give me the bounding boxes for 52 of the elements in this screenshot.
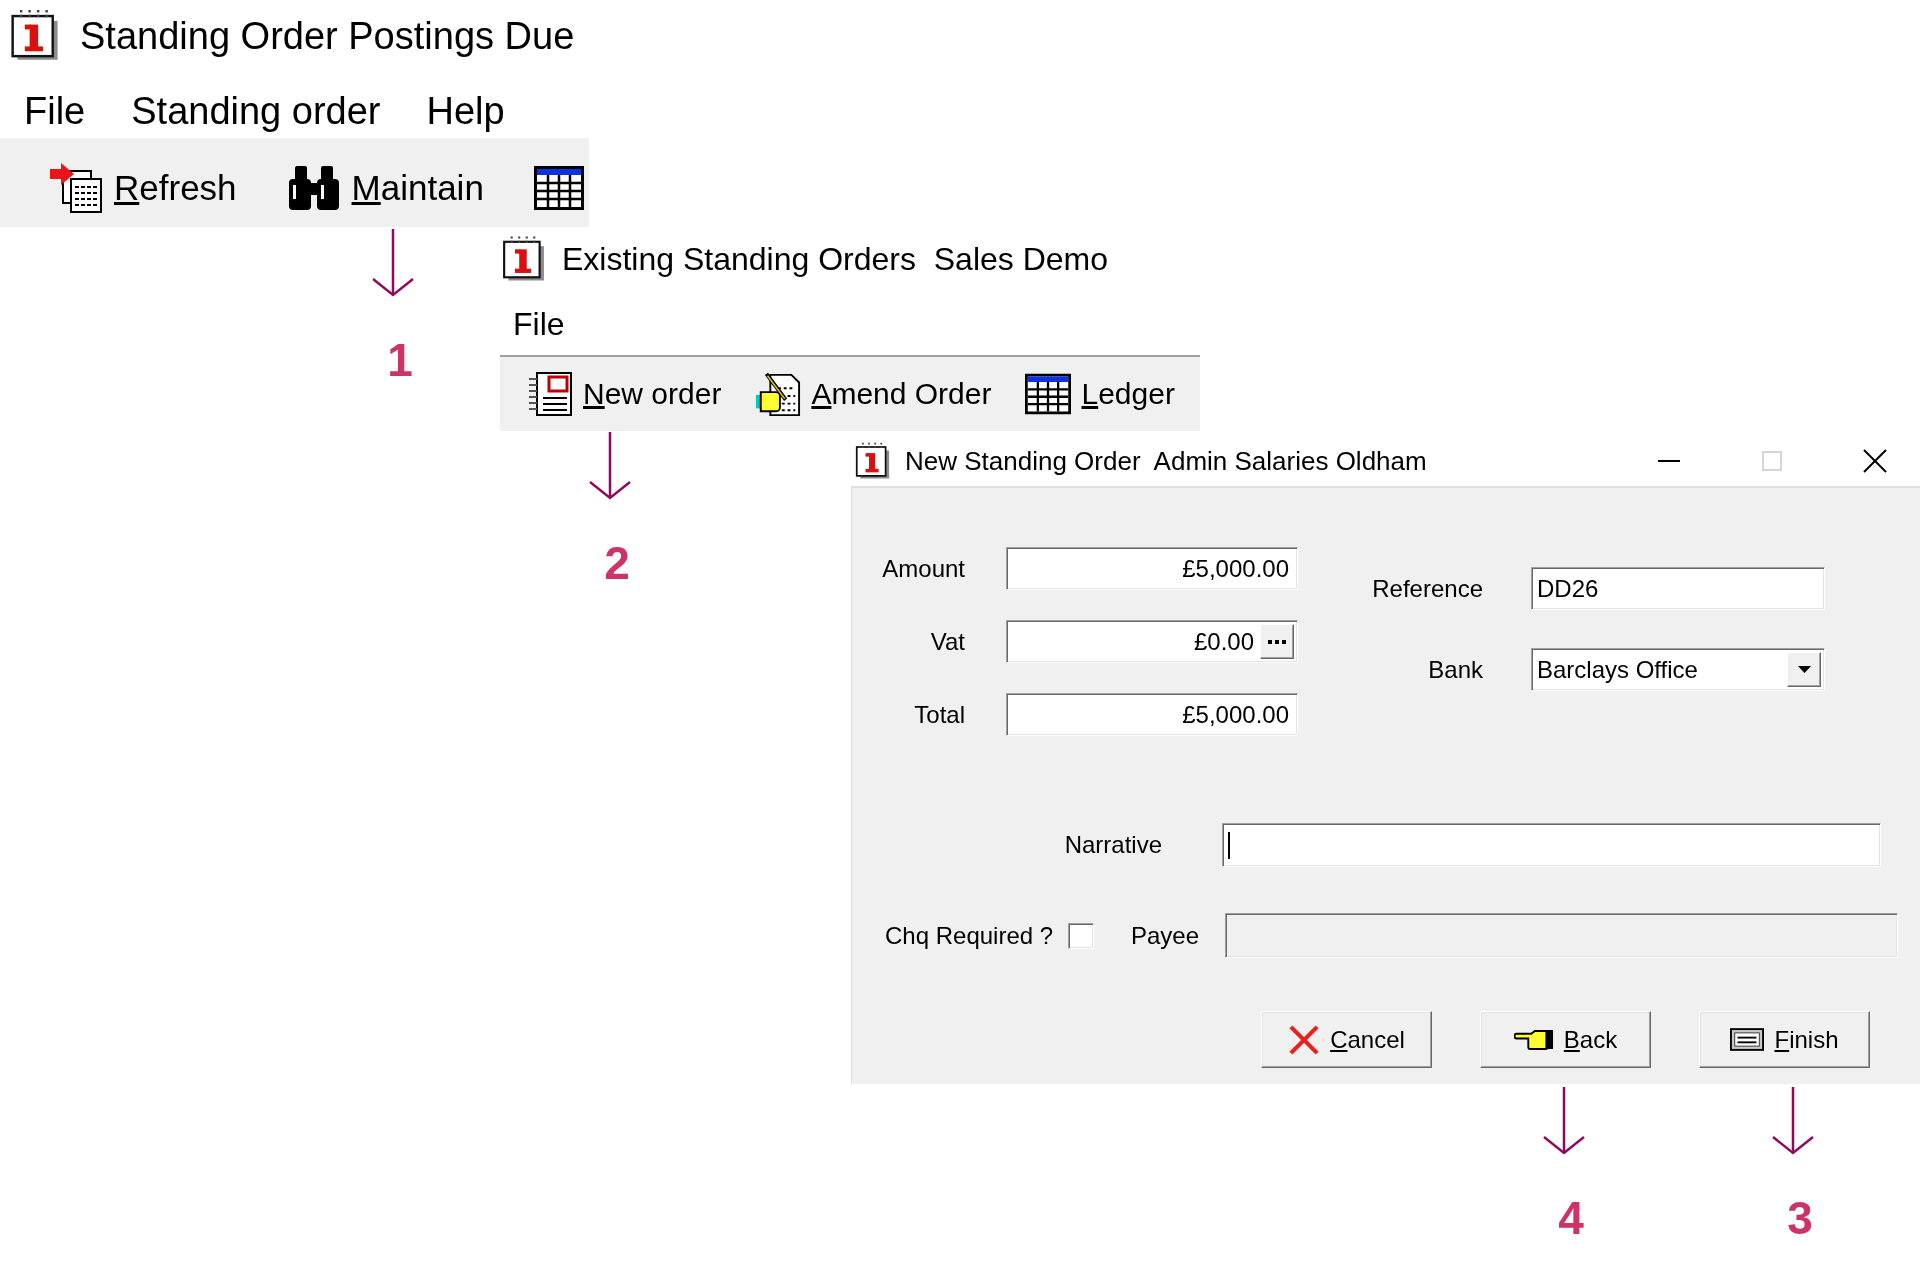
back-button[interactable]: Back [1480, 1011, 1651, 1068]
field-label: Narrative [1063, 830, 1162, 860]
field-label: Chq Required ? [885, 920, 1052, 951]
cancel-button[interactable]: Cancel [1261, 1011, 1432, 1068]
step-number: 4 [1558, 1195, 1584, 1241]
input-field[interactable] [1222, 823, 1881, 867]
minimize-icon [1658, 459, 1680, 462]
calendar-icon [502, 236, 545, 282]
window-title: Existing Standing Orders Sales Demo [562, 240, 1109, 279]
pointing-hand-icon [1513, 1027, 1554, 1052]
field-label: Total [913, 699, 965, 730]
input-field[interactable]: £5,000.00 [1006, 693, 1298, 736]
hand-pencil-icon [755, 371, 802, 417]
field-label: Bank [1427, 654, 1483, 685]
checkbox[interactable] [1068, 922, 1094, 949]
table-icon[interactable] [533, 165, 584, 210]
calendar-icon [855, 441, 890, 480]
dropdown-button[interactable] [1787, 652, 1821, 687]
caret-icon [1797, 666, 1811, 673]
window-title: New Standing Order Admin Salaries Oldham [905, 444, 1427, 477]
step-number: 3 [1787, 1195, 1813, 1241]
menu-item[interactable]: File [513, 304, 565, 344]
table-icon [1025, 371, 1072, 417]
lookup-button[interactable] [1260, 624, 1294, 659]
menu-item[interactable]: File [24, 88, 86, 134]
toolbar-button[interactable]: Refresh [49, 162, 237, 213]
toolbar-button[interactable]: Ledger [1025, 371, 1175, 417]
calendar-icon [10, 10, 59, 61]
menu-item[interactable]: Help [426, 88, 505, 134]
form-icon [1730, 1028, 1765, 1051]
field-label: Payee [1131, 920, 1201, 951]
calendar-icon [527, 371, 573, 417]
field-label: Vat [929, 626, 965, 657]
arrow-document-icon [49, 162, 103, 213]
maximize-icon [1762, 450, 1782, 471]
cross-icon [1288, 1024, 1321, 1055]
dropdown-field[interactable]: Barclays Office [1531, 648, 1825, 691]
input-field[interactable]: DD26 [1531, 567, 1825, 610]
menu-item[interactable]: Standing order [131, 88, 381, 134]
step-number: 1 [387, 337, 413, 383]
field-label: Amount [881, 553, 965, 584]
window-title: Standing Order Postings Due [80, 13, 575, 59]
toolbar-button[interactable]: New order [527, 371, 722, 417]
finish-button[interactable]: Finish [1699, 1011, 1870, 1068]
toolbar-button[interactable]: Maintain [286, 162, 484, 213]
input-field[interactable]: £0.00 [1006, 620, 1298, 663]
step-number: 2 [604, 540, 630, 586]
ellipsis-icon [1268, 639, 1286, 644]
input-field[interactable]: £5,000.00 [1006, 547, 1298, 590]
close-icon [1863, 448, 1887, 473]
toolbar-button[interactable]: Amend Order [755, 371, 992, 417]
field-label: Reference [1371, 573, 1483, 604]
